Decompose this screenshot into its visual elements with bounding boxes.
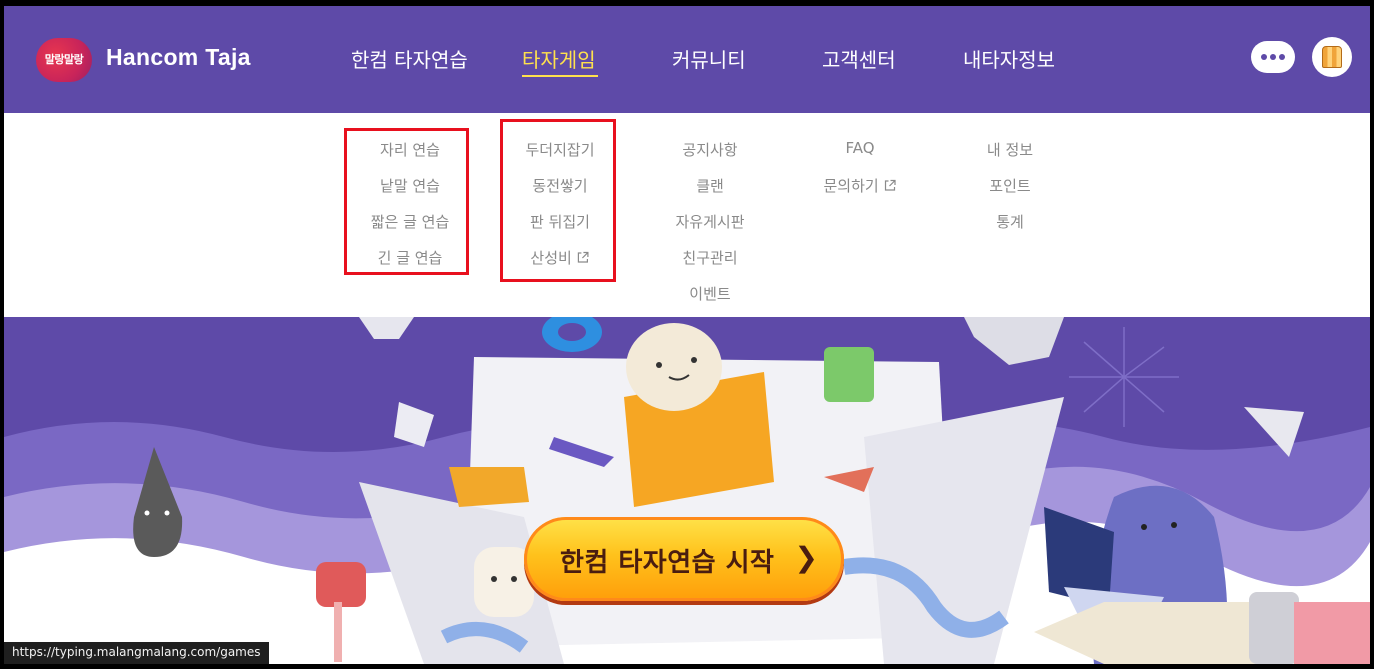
nav-community[interactable]: 커뮤니티	[672, 44, 746, 73]
highlight-box-practice	[344, 128, 469, 275]
menu-item-stats[interactable]: 통계	[996, 211, 1024, 232]
menu-item-inquiry[interactable]: 문의하기	[824, 175, 897, 196]
menu-item-points[interactable]: 포인트	[989, 175, 1030, 196]
nav-my-typing-info[interactable]: 내타자정보	[963, 44, 1055, 73]
menu-item-notice[interactable]: 공지사항	[682, 139, 737, 160]
site-header: 말랑말랑 Hancom Taja 한컴 타자연습 타자게임 커뮤니티 고객센터 …	[4, 6, 1370, 113]
menu-item-my-info[interactable]: 내 정보	[987, 139, 1033, 160]
nav-typing-practice[interactable]: 한컴 타자연습	[351, 44, 468, 73]
menu-item-faq[interactable]: FAQ	[845, 139, 874, 157]
pencil-character-icon	[1322, 46, 1342, 68]
inquiry-label: 문의하기	[823, 177, 879, 195]
active-nav-underline	[522, 75, 598, 77]
mega-menu: 자리 연습 낱말 연습 짧은 글 연습 긴 글 연습 두더지잡기 동전쌓기 판 …	[4, 113, 1370, 317]
menu-item-clan[interactable]: 클랜	[696, 175, 724, 196]
menu-item-free-board[interactable]: 자유게시판	[675, 211, 744, 232]
start-typing-label: 한컴 타자연습 시작	[560, 548, 775, 578]
malangmalang-logo[interactable]: 말랑말랑	[36, 38, 96, 82]
menu-item-events[interactable]: 이벤트	[689, 283, 730, 304]
start-typing-button[interactable]: 한컴 타자연습 시작 ❯	[524, 517, 844, 601]
more-menu-button[interactable]	[1251, 41, 1295, 73]
highlight-box-games	[500, 119, 616, 282]
user-avatar[interactable]	[1312, 37, 1352, 77]
nav-customer-center[interactable]: 고객센터	[822, 44, 896, 73]
menu-item-friends[interactable]: 친구관리	[682, 247, 737, 268]
external-link-icon	[884, 179, 896, 191]
hero-banner: 한컴 타자연습 시작 ❯	[4, 317, 1370, 664]
link-preview-statusbar: https://typing.malangmalang.com/games	[4, 642, 269, 664]
nav-typing-games[interactable]: 타자게임	[522, 44, 596, 73]
brand-name[interactable]: Hancom Taja	[106, 44, 251, 71]
browser-viewport: 말랑말랑 Hancom Taja 한컴 타자연습 타자게임 커뮤니티 고객센터 …	[4, 6, 1370, 664]
chevron-right-icon: ❯	[794, 541, 818, 574]
logo-badge-text: 말랑말랑	[44, 53, 84, 66]
hero-illustration	[4, 317, 1370, 664]
